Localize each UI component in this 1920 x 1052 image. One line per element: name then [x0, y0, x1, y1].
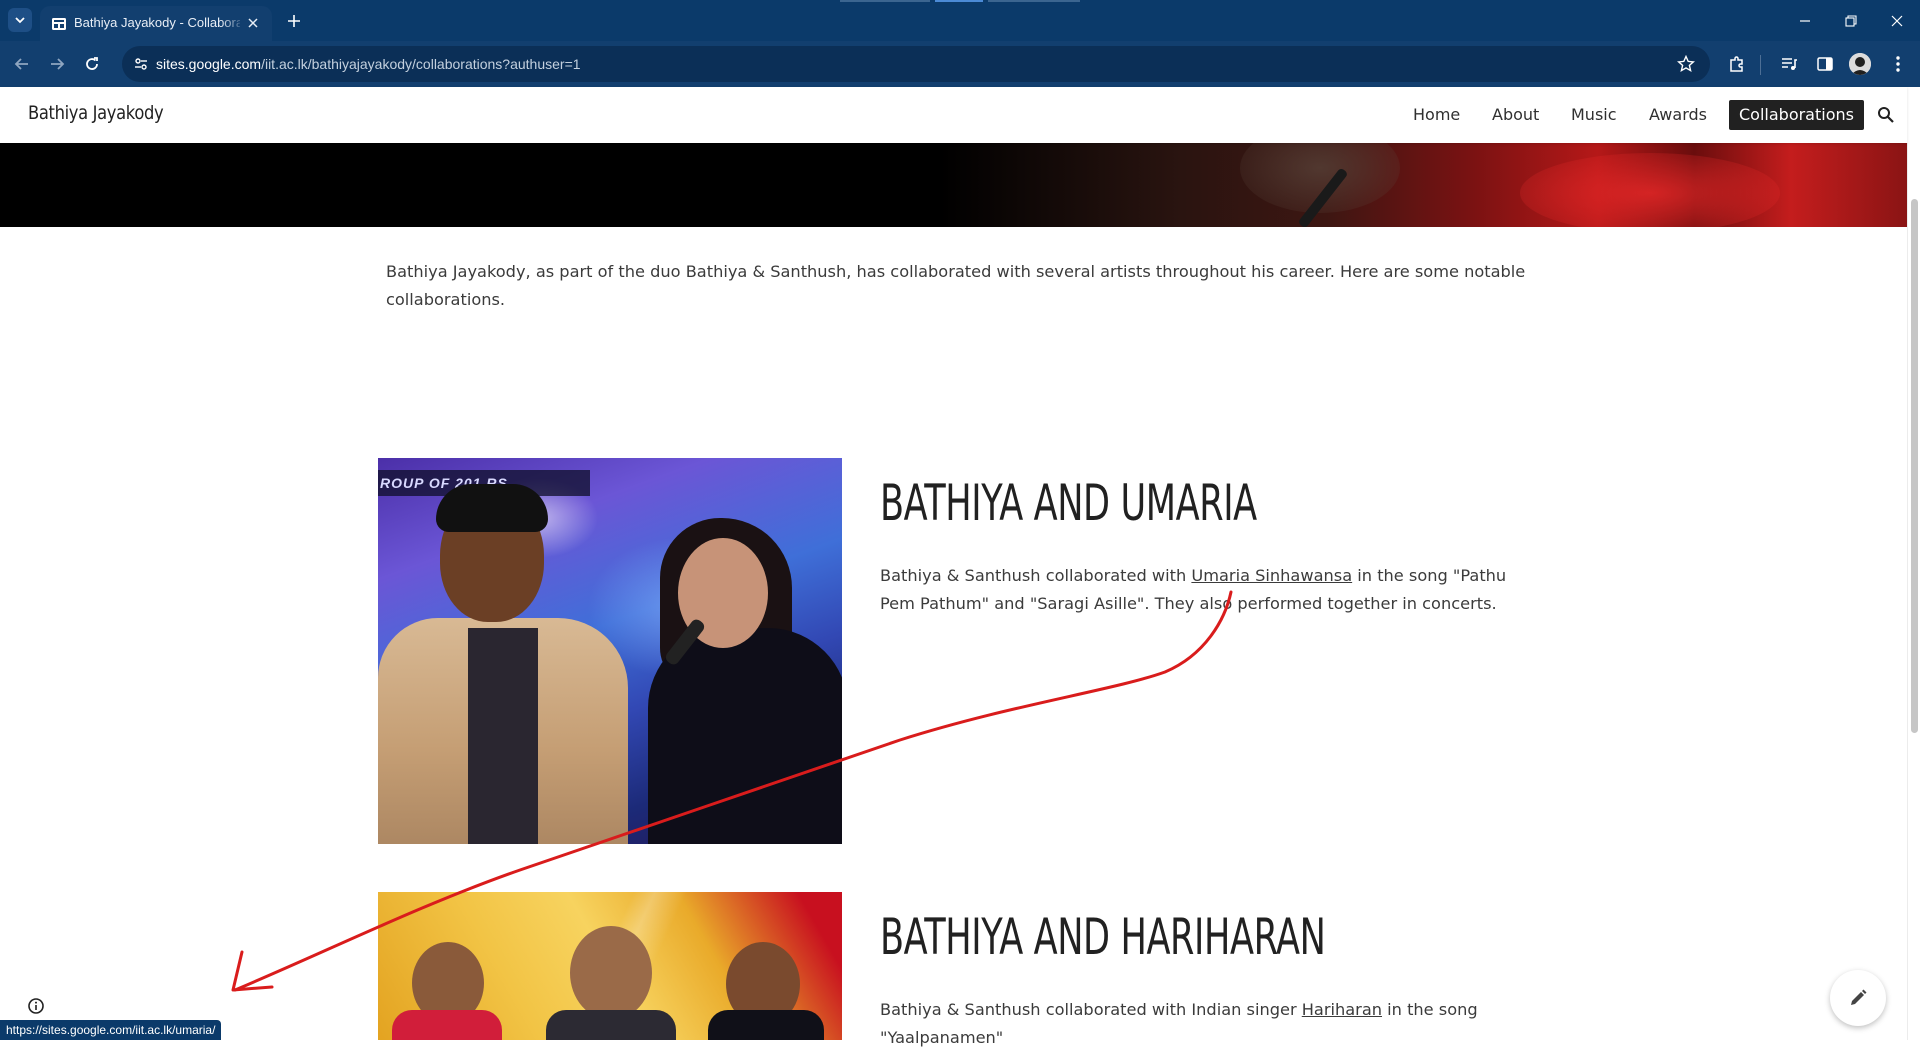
- close-icon: [1891, 15, 1903, 27]
- hariharan-link[interactable]: Hariharan: [1302, 1000, 1382, 1019]
- hero-banner-image: [0, 143, 1907, 227]
- info-icon: [28, 998, 44, 1014]
- toolbar-divider: [1760, 55, 1761, 75]
- restore-button[interactable]: [1828, 6, 1874, 36]
- url-path: /iit.ac.lk/bathiyajayakody/collaboration…: [261, 56, 581, 72]
- section-text: Bathiya & Santhush collaborated with Ind…: [880, 996, 1540, 1052]
- page-scrollbar[interactable]: [1907, 143, 1920, 1040]
- umaria-photo: ROUP OF 201 RS: [378, 458, 842, 844]
- site-info-footer-button[interactable]: [26, 996, 46, 1016]
- extensions-button[interactable]: [1725, 52, 1749, 76]
- tune-icon: [135, 58, 147, 70]
- intro-paragraph: Bathiya Jayakody, as part of the duo Bat…: [386, 262, 1526, 309]
- address-bar[interactable]: sites.google.com/iit.ac.lk/bathiyajayako…: [122, 46, 1710, 82]
- more-vertical-icon: [1896, 56, 1900, 72]
- tab-group-indicator: [840, 0, 930, 2]
- url-text: sites.google.com/iit.ac.lk/bathiyajayako…: [156, 56, 581, 72]
- photo-figure: [468, 628, 538, 844]
- close-window-button[interactable]: [1874, 6, 1920, 36]
- hero-highlight: [1520, 153, 1780, 227]
- reload-button[interactable]: [80, 52, 104, 76]
- new-tab-button[interactable]: [282, 9, 306, 33]
- nav-item-music[interactable]: Music: [1571, 100, 1617, 130]
- site-header: Bathiya Jayakody Home About Music Awards…: [0, 87, 1907, 143]
- puzzle-icon: [1730, 56, 1743, 72]
- photo-figure: [546, 1010, 676, 1040]
- search-icon: [1878, 107, 1894, 123]
- section-text: Bathiya & Santhush collaborated with Uma…: [880, 562, 1540, 618]
- google-sites-icon: [52, 18, 66, 30]
- site-search-button[interactable]: [1874, 103, 1898, 127]
- tab-strip: Bathiya Jayakody - Collaborations: [0, 0, 1920, 41]
- nav-item-about[interactable]: About: [1492, 100, 1539, 130]
- minimize-button[interactable]: [1782, 6, 1828, 36]
- tab-close-button[interactable]: [244, 14, 262, 32]
- tab-group-indicator: [988, 0, 1080, 2]
- section-title: BATHIYA AND HARIHARAN: [880, 908, 1326, 966]
- bookmark-button[interactable]: [1676, 54, 1696, 74]
- side-panel-button[interactable]: [1813, 52, 1837, 76]
- minimize-icon: [1800, 20, 1810, 22]
- browser-menu-button[interactable]: [1886, 52, 1910, 76]
- photo-figure: [392, 1010, 502, 1040]
- site-info-button[interactable]: [132, 55, 150, 73]
- forward-button[interactable]: [45, 52, 69, 76]
- section-title: BATHIYA AND UMARIA: [880, 474, 1257, 532]
- star-icon: [1677, 55, 1695, 73]
- browser-toolbar: sites.google.com/iit.ac.lk/bathiyajayako…: [0, 41, 1920, 87]
- site-title[interactable]: Bathiya Jayakody: [28, 102, 164, 124]
- nav-item-collaborations[interactable]: Collaborations: [1729, 100, 1864, 130]
- arrow-right-icon: [51, 58, 65, 70]
- tab-group-indicator: [935, 0, 983, 2]
- pencil-icon: [1851, 989, 1867, 1005]
- scrollbar-thumb[interactable]: [1911, 199, 1918, 733]
- nav-item-awards[interactable]: Awards: [1649, 100, 1707, 130]
- hariharan-photo: [378, 892, 842, 1040]
- photo-figure: [570, 926, 652, 1020]
- edit-page-button[interactable]: [1830, 970, 1886, 1026]
- close-icon: [248, 18, 258, 28]
- tab-search-button[interactable]: [8, 8, 32, 32]
- media-controls-button[interactable]: [1777, 52, 1801, 76]
- url-host: sites.google.com: [156, 56, 262, 72]
- photo-figure: [708, 1010, 824, 1040]
- profile-icon: [1849, 53, 1871, 75]
- profile-avatar[interactable]: [1849, 53, 1871, 75]
- status-bar-link: https://sites.google.com/iit.ac.lk/umari…: [0, 1020, 222, 1040]
- back-button[interactable]: [10, 52, 34, 76]
- tab-title: Bathiya Jayakody - Collaborations: [74, 15, 240, 30]
- chevron-down-icon: [15, 17, 25, 24]
- side-panel-icon: [1817, 57, 1833, 71]
- section-text-part: Bathiya & Santhush collaborated with Ind…: [880, 1000, 1302, 1019]
- photo-figure: [436, 484, 548, 532]
- nav-item-home[interactable]: Home: [1413, 100, 1460, 130]
- reload-icon: [86, 57, 98, 70]
- queue-music-icon: [1782, 58, 1797, 70]
- plus-icon: [288, 15, 300, 27]
- section-text-part: Bathiya & Santhush collaborated with: [880, 566, 1192, 585]
- restore-icon: [1845, 15, 1857, 27]
- umaria-link[interactable]: Umaria Sinhawansa: [1191, 566, 1352, 585]
- tab-title-fade: [220, 12, 246, 34]
- browser-tab-active[interactable]: Bathiya Jayakody - Collaborations: [40, 6, 272, 41]
- arrow-left-icon: [14, 58, 28, 70]
